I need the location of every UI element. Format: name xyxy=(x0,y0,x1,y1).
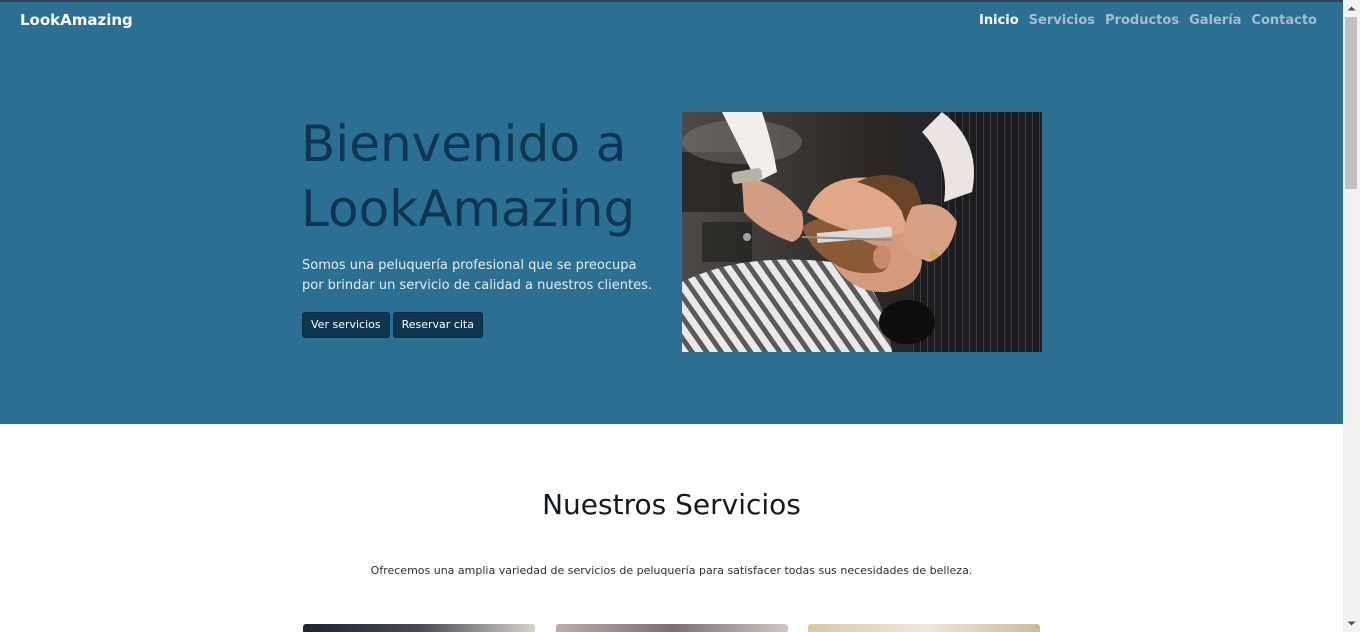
nav-link-productos[interactable]: Productos xyxy=(1105,13,1179,28)
brand-logo[interactable]: LookAmazing xyxy=(20,11,133,29)
service-card-image[interactable] xyxy=(556,624,788,632)
hero-title: Bienvenido a LookAmazing xyxy=(301,115,636,238)
scroll-up-arrow-icon[interactable] xyxy=(1343,0,1360,17)
barber-photo-illustration xyxy=(682,112,1042,352)
scrollbar-thumb[interactable] xyxy=(1345,17,1357,189)
services-description: Ofrecemos una amplia variedad de servici… xyxy=(370,564,973,577)
navbar: LookAmazing Inicio Servicios Productos G… xyxy=(0,2,1343,40)
hero-buttons: Ver servicios Reservar cita xyxy=(302,312,483,338)
barber-trimming-beard-photo xyxy=(682,112,1042,352)
hero-description: Somos una peluquería profesional que se … xyxy=(302,258,652,293)
nav-link-galeria[interactable]: Galería xyxy=(1189,13,1241,28)
services-title: Nuestros Servicios xyxy=(542,488,801,521)
service-card-image[interactable] xyxy=(303,624,535,632)
nav-links: Inicio Servicios Productos Galería Conta… xyxy=(979,13,1317,28)
view-services-button[interactable]: Ver servicios xyxy=(302,312,390,338)
nav-link-servicios[interactable]: Servicios xyxy=(1029,13,1095,28)
scroll-down-arrow-icon[interactable] xyxy=(1343,615,1360,632)
vertical-scrollbar[interactable] xyxy=(1343,0,1360,632)
nav-link-contacto[interactable]: Contacto xyxy=(1251,13,1317,28)
book-appointment-button[interactable]: Reservar cita xyxy=(392,312,483,338)
nav-link-inicio[interactable]: Inicio xyxy=(979,13,1019,28)
service-card-image[interactable] xyxy=(808,624,1040,632)
page: LookAmazing Inicio Servicios Productos G… xyxy=(0,0,1360,632)
